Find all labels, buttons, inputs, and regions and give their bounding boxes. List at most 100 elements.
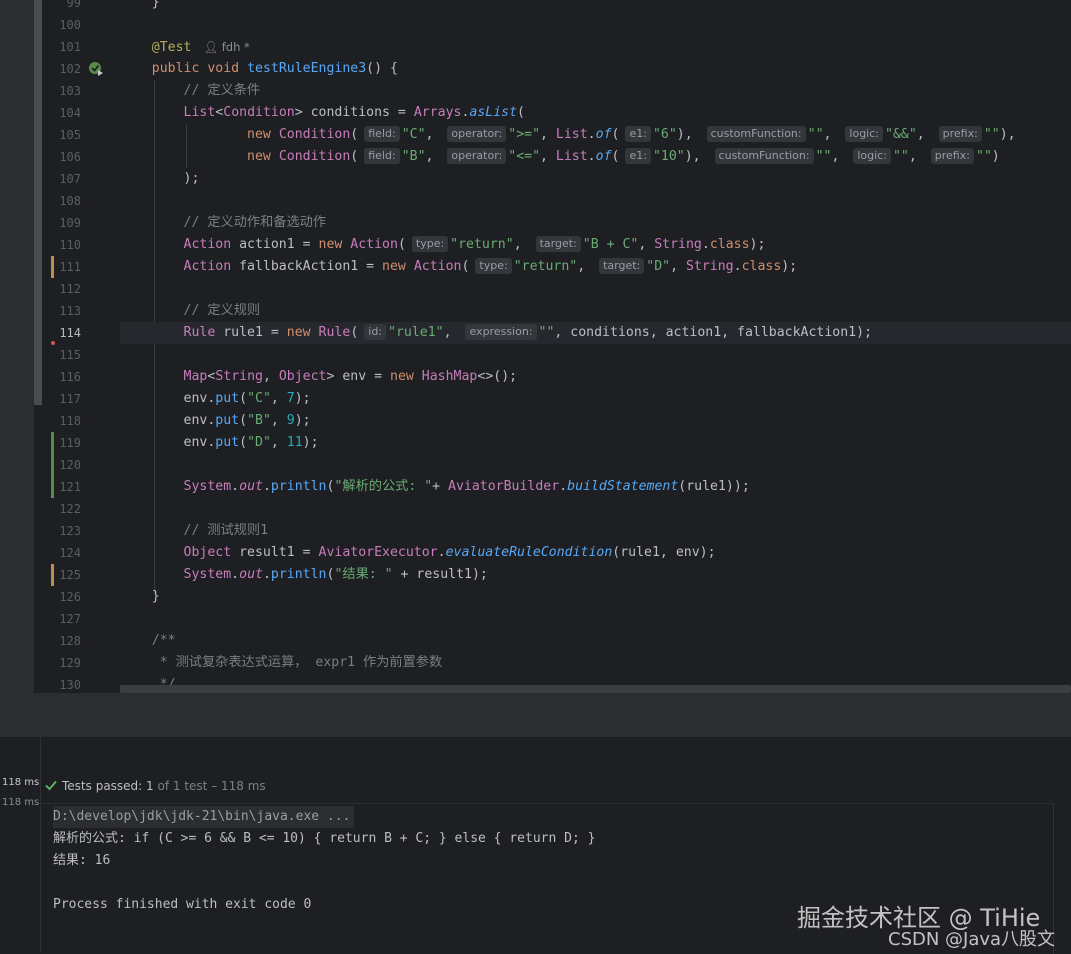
console-line: 解析的公式: if (C >= 6 && B <= 10) { return B…: [53, 831, 596, 846]
code-line[interactable]: System.out.println("解析的公式: "+ AviatorBui…: [120, 476, 1071, 498]
param-hint: e1:: [625, 148, 651, 164]
watermark: CSDN @Java八股文: [888, 929, 1056, 950]
check-icon: [45, 780, 57, 791]
line-number: 104: [59, 106, 81, 120]
code-line-current[interactable]: Rule rule1 = new Rule(id: "rule1", expres…: [120, 322, 1071, 344]
line-number: 128: [59, 634, 81, 648]
code-line[interactable]: env.put("D", 11);: [120, 432, 1071, 454]
console-line: 结果: 16: [53, 853, 111, 868]
code-line[interactable]: System.out.println("结果: " + result1);: [120, 564, 1071, 586]
line-number: 121: [59, 480, 81, 494]
param-hint: type:: [411, 236, 449, 252]
code-line[interactable]: [120, 344, 1071, 366]
line-number: 114: [59, 326, 81, 340]
param-hint: logic:: [845, 126, 883, 142]
param-hint: prefix:: [938, 126, 982, 142]
line-number: 117: [59, 392, 81, 406]
horizontal-scrollbar[interactable]: [120, 685, 1071, 693]
panel-divider[interactable]: [0, 693, 1071, 737]
param-hint: operator:: [447, 148, 507, 164]
param-hint: expression:: [465, 324, 537, 340]
console-line: Process finished with exit code 0: [53, 897, 312, 912]
line-number: 122: [59, 502, 81, 516]
code-line[interactable]: [120, 498, 1071, 520]
console-scrollbar[interactable]: [1061, 803, 1071, 953]
line-number: 124: [59, 546, 81, 560]
line-number: 129: [59, 656, 81, 670]
code-line[interactable]: List<Condition> conditions = Arrays.asLi…: [120, 102, 1071, 124]
line-number: 126: [59, 590, 81, 604]
line-number: 119: [59, 436, 81, 450]
test-status: Tests passed: 1 of 1 test – 118 ms: [44, 777, 266, 795]
line-number: 108: [59, 194, 81, 208]
line-number: 112: [59, 282, 81, 296]
code-comment: // 定义动作和备选动作: [183, 215, 327, 230]
tool-window-strip: [0, 0, 34, 693]
code-line[interactable]: // 定义条件: [120, 80, 1071, 102]
param-hint: type:: [475, 258, 512, 274]
line-number-gutter: 99 100 101 102 103 104 105 106 107 108 1…: [44, 0, 140, 693]
test-duration[interactable]: 118 ms: [2, 777, 39, 788]
line-number: 111: [59, 260, 81, 274]
line-number: 125: [59, 568, 81, 582]
param-hint: operator:: [447, 126, 507, 142]
line-number: 106: [59, 150, 81, 164]
code-comment: // 定义规则: [183, 303, 261, 318]
code-line[interactable]: * 测试复杂表达式运算， expr1 作为前置参数: [120, 652, 1071, 674]
code-line[interactable]: // 测试规则1: [120, 520, 1071, 542]
code-line[interactable]: Map<String, Object> env = new HashMap<>(…: [120, 366, 1071, 388]
code-area[interactable]: } @Test 👤︎ fdh * public void testRuleEngi…: [120, 0, 1071, 693]
status-label: Tests passed:: [62, 779, 143, 793]
line-number: 118: [59, 414, 81, 428]
code-line[interactable]: );: [120, 168, 1071, 190]
code-line[interactable]: // 定义规则: [120, 300, 1071, 322]
code-line[interactable]: env.put("B", 9);: [120, 410, 1071, 432]
test-duration[interactable]: 118 ms: [2, 797, 39, 808]
code-line[interactable]: }: [120, 586, 1071, 608]
line-number: 109: [59, 216, 81, 230]
code-line[interactable]: env.put("C", 7);: [120, 388, 1071, 410]
code-line[interactable]: // 定义动作和备选动作: [120, 212, 1071, 234]
code-line[interactable]: Action fallbackAction1 = new Action(type…: [120, 256, 1071, 278]
code-comment: /**: [151, 633, 176, 648]
param-hint: id:: [364, 324, 387, 340]
console-command-line[interactable]: D:\develop\jdk\jdk-21\bin\java.exe ...: [53, 806, 355, 828]
code-comment: // 测试规则1: [183, 523, 269, 538]
code-line[interactable]: [120, 14, 1071, 36]
code-line[interactable]: Object result1 = AviatorExecutor.evaluat…: [120, 542, 1071, 564]
code-line[interactable]: [120, 608, 1071, 630]
status-count: 1: [146, 779, 154, 793]
param-hint: field:: [364, 126, 400, 142]
vertical-scrollbar[interactable]: [34, 0, 42, 405]
line-number: 100: [59, 18, 81, 32]
line-number: 101: [59, 40, 81, 54]
code-line[interactable]: @Test 👤︎ fdh *: [120, 36, 1071, 58]
code-line[interactable]: [120, 454, 1071, 476]
param-hint: customFunction:: [714, 148, 814, 164]
line-number: 115: [59, 348, 81, 362]
line-number: 103: [59, 84, 81, 98]
status-detail: of 1 test – 118 ms: [157, 779, 266, 793]
param-hint: target:: [535, 236, 581, 252]
line-number: 105: [59, 128, 81, 142]
line-number: 120: [59, 458, 81, 472]
test-tree[interactable]: 118 ms 118 ms: [0, 737, 41, 953]
code-line[interactable]: /**: [120, 630, 1071, 652]
code-editor[interactable]: 99 100 101 102 103 104 105 106 107 108 1…: [0, 0, 1071, 693]
code-line[interactable]: [120, 190, 1071, 212]
line-number: 130: [59, 678, 81, 692]
line-number: 127: [59, 612, 81, 626]
code-author[interactable]: 👤︎ fdh *: [203, 40, 249, 54]
param-hint: logic:: [853, 148, 891, 164]
param-hint: prefix:: [930, 148, 974, 164]
code-line[interactable]: Action action1 = new Action(type: "return…: [120, 234, 1071, 256]
code-line[interactable]: new Condition(field: "B", operator: "<=", …: [120, 146, 1071, 168]
line-number: 116: [59, 370, 81, 384]
code-line[interactable]: new Condition(field: "C", operator: ">=", …: [120, 124, 1071, 146]
run-test-icon[interactable]: [88, 61, 104, 77]
code-line[interactable]: }: [120, 0, 1071, 14]
code-line[interactable]: public void testRuleEngine3() {: [120, 58, 1071, 80]
code-line[interactable]: [120, 278, 1071, 300]
line-number: 102: [59, 62, 81, 76]
line-number: 99: [66, 0, 81, 10]
